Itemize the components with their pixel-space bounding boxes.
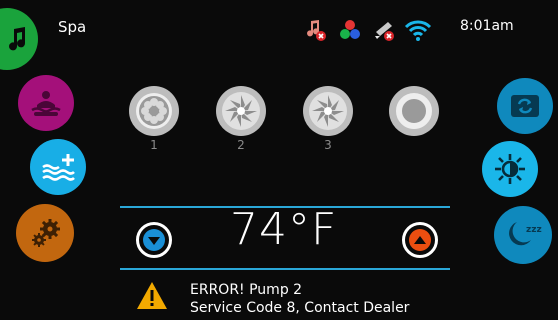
hot-tub-icon [31, 91, 61, 116]
pump-2-button[interactable] [216, 86, 266, 136]
wifi-icon[interactable] [404, 18, 432, 42]
settings-button[interactable] [16, 204, 74, 262]
triangle-down-icon [143, 229, 165, 251]
error-title[interactable]: ERROR! Pump 2 [190, 282, 302, 298]
sleep-button[interactable]: zzz [494, 206, 552, 264]
heat-button[interactable] [30, 139, 86, 195]
light-off-icon[interactable] [372, 18, 396, 42]
spa-title: Spa [58, 18, 87, 36]
invert-button[interactable] [497, 78, 553, 134]
pump-3-button[interactable] [303, 86, 353, 136]
music-button[interactable] [0, 8, 38, 70]
temp-up-button[interactable] [402, 222, 438, 258]
pump-1-button[interactable] [129, 86, 179, 136]
gears-icon [32, 219, 60, 247]
jet-icon [136, 93, 172, 129]
light-button[interactable] [482, 141, 538, 197]
svg-text:zzz: zzz [526, 225, 542, 235]
error-detail[interactable]: Service Code 8, Contact Dealer [190, 300, 409, 316]
jet-spinning-icon [309, 92, 347, 130]
sun-icon [495, 154, 525, 184]
hot-tub-button[interactable] [18, 75, 74, 131]
sleep-moon-icon: zzz [509, 222, 542, 246]
pump-3-label: 3 [324, 138, 332, 152]
temp-down-button[interactable] [136, 222, 172, 258]
pump-1-label: 1 [150, 138, 158, 152]
colors-icon[interactable] [338, 18, 362, 42]
water-heat-icon [42, 154, 75, 181]
blower-button[interactable] [389, 86, 439, 136]
music-note-icon [9, 27, 26, 51]
clock: 8:01am [460, 18, 514, 34]
invert-screen-icon [511, 95, 539, 117]
warning-icon [136, 281, 168, 315]
music-off-icon[interactable] [304, 18, 328, 42]
jet-spinning-icon [222, 92, 260, 130]
pump-2-label: 2 [237, 138, 245, 152]
divider-bottom [120, 268, 450, 270]
triangle-up-icon [409, 229, 431, 251]
temperature-display: 74°F [230, 204, 338, 255]
blower-ring-icon [396, 93, 432, 129]
